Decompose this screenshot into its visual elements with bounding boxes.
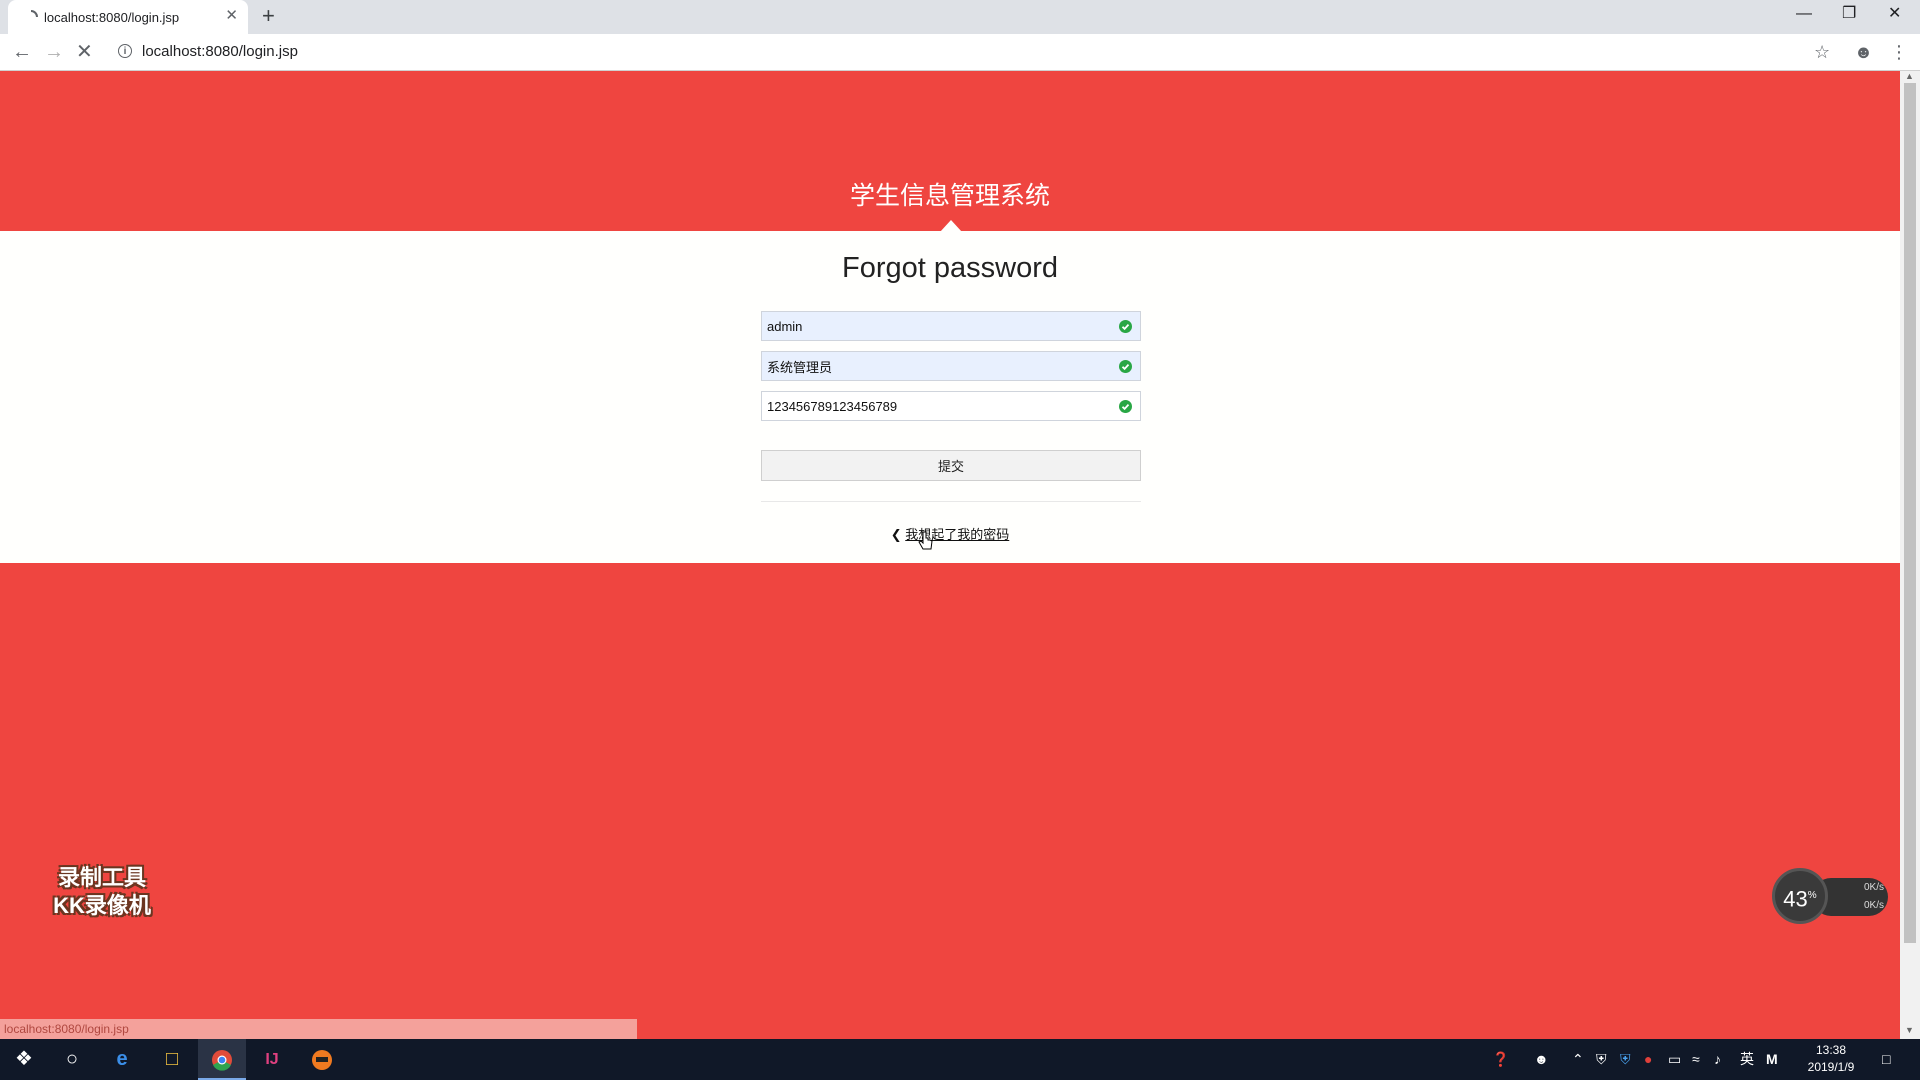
memory-percent: 43 xyxy=(1783,886,1808,912)
upload-speed: 0K/s xyxy=(1863,882,1884,893)
windows-start-icon[interactable]: ❖ xyxy=(0,1039,48,1080)
chevron-left-icon: ❮ xyxy=(890,527,902,542)
back-icon[interactable]: ← xyxy=(12,40,32,64)
role-input[interactable] xyxy=(762,352,1107,380)
username-field[interactable] xyxy=(761,311,1141,341)
header-notch xyxy=(940,220,962,232)
scroll-thumb[interactable] xyxy=(1904,83,1916,943)
intellij-icon[interactable]: IJ xyxy=(248,1039,296,1080)
menu-dots-icon[interactable]: ⋮ xyxy=(1890,40,1908,64)
download-speed: 0K/s xyxy=(1863,900,1884,911)
recorder-watermark: 录制工具 KK录像机 xyxy=(32,864,172,920)
antivirus-icon[interactable]: ● xyxy=(1644,1049,1652,1069)
info-icon[interactable]: i xyxy=(118,44,132,58)
page-scrollbar[interactable]: ▲ ▼ xyxy=(1900,71,1920,1039)
status-bubble: localhost:8080/login.jsp xyxy=(0,1019,637,1039)
clock-date: 2019/1/9 xyxy=(1807,1060,1855,1074)
site-title: 学生信息管理系统 xyxy=(849,182,1050,210)
defender-icon[interactable]: ⛨ xyxy=(1620,1049,1631,1069)
close-window-icon[interactable]: ✕ xyxy=(1888,4,1901,24)
valid-check-icon xyxy=(1119,400,1132,413)
people-icon[interactable]: ☻ xyxy=(1534,1049,1549,1069)
edge-browser-icon[interactable]: e xyxy=(98,1039,146,1080)
tab-title: localhost:8080/login.jsp xyxy=(44,10,180,25)
form-divider xyxy=(761,501,1141,502)
new-tab-button[interactable]: + xyxy=(262,4,275,28)
network-speed-widget[interactable]: 0K/s 0K/s 43% xyxy=(1772,868,1890,926)
chevron-up-icon[interactable]: ⌃ xyxy=(1572,1049,1584,1069)
hand-cursor-icon xyxy=(918,531,933,550)
help-icon[interactable]: ❓ xyxy=(1492,1049,1509,1069)
scroll-down-icon[interactable]: ▼ xyxy=(1905,1025,1914,1035)
profile-icon[interactable]: ☻ xyxy=(1854,40,1873,64)
browser-toolbar: ← → ✕ i localhost:8080/login.jsp ☆ ☻ ⋮ xyxy=(0,34,1920,71)
bookmark-star-icon[interactable]: ☆ xyxy=(1814,40,1830,64)
scroll-up-icon[interactable]: ▲ xyxy=(1905,71,1914,81)
watermark-line-1: 录制工具 xyxy=(57,865,146,890)
forward-icon[interactable]: → xyxy=(44,40,64,64)
id-number-input[interactable] xyxy=(762,392,1107,420)
minimize-icon[interactable]: — xyxy=(1796,4,1812,24)
role-field[interactable] xyxy=(761,351,1141,381)
browser-tab[interactable]: localhost:8080/login.jsp ✕ xyxy=(8,0,248,34)
loading-icon xyxy=(30,10,38,18)
wifi-icon[interactable]: ≈ xyxy=(1692,1049,1700,1069)
memory-usage-ring: 43% xyxy=(1772,868,1828,924)
username-input[interactable] xyxy=(762,312,1107,340)
notifications-icon[interactable]: □ xyxy=(1882,1049,1890,1069)
stop-loading-icon[interactable]: ✕ xyxy=(76,40,93,64)
url-text[interactable]: localhost:8080/login.jsp xyxy=(142,43,298,60)
volume-muted-icon[interactable]: ♪ xyxy=(1714,1049,1721,1069)
submit-button[interactable]: 提交 xyxy=(761,450,1141,481)
percent-unit: % xyxy=(1807,890,1817,901)
file-explorer-icon[interactable]: □ xyxy=(148,1039,196,1080)
tab-strip: localhost:8080/login.jsp ✕ + — ❐ ✕ xyxy=(0,0,1920,34)
valid-check-icon xyxy=(1119,360,1132,373)
battery-icon[interactable]: ▭ xyxy=(1668,1049,1681,1069)
watermark-line-2: KK录像机 xyxy=(53,893,151,918)
restore-icon[interactable]: ❐ xyxy=(1842,4,1856,24)
taskbar: ❖ ○ e □ IJ ❓ ☻ ⌃ ⛨ ⛨ ● ▭ ≈ ♪ 英 M 13:38 2… xyxy=(0,1039,1920,1080)
id-number-field[interactable] xyxy=(761,391,1141,421)
close-tab-icon[interactable]: ✕ xyxy=(225,8,238,24)
recorder-app-icon[interactable] xyxy=(298,1039,346,1080)
clock-time: 13:38 xyxy=(1815,1043,1847,1057)
back-to-login: ❮ 我想起了我的密码 xyxy=(0,524,1900,543)
input-mode-icon[interactable]: M xyxy=(1766,1049,1778,1069)
valid-check-icon xyxy=(1119,320,1132,333)
taskbar-clock[interactable]: 13:38 2019/1/9 xyxy=(1792,1042,1870,1076)
form-title: Forgot password xyxy=(842,252,1058,284)
chrome-icon[interactable] xyxy=(198,1039,246,1080)
address-bar[interactable]: i localhost:8080/login.jsp xyxy=(110,38,1830,66)
security-shield-icon[interactable]: ⛨ xyxy=(1596,1049,1607,1069)
ime-indicator[interactable]: 英 xyxy=(1740,1049,1754,1069)
search-circle-icon[interactable]: ○ xyxy=(48,1039,96,1080)
